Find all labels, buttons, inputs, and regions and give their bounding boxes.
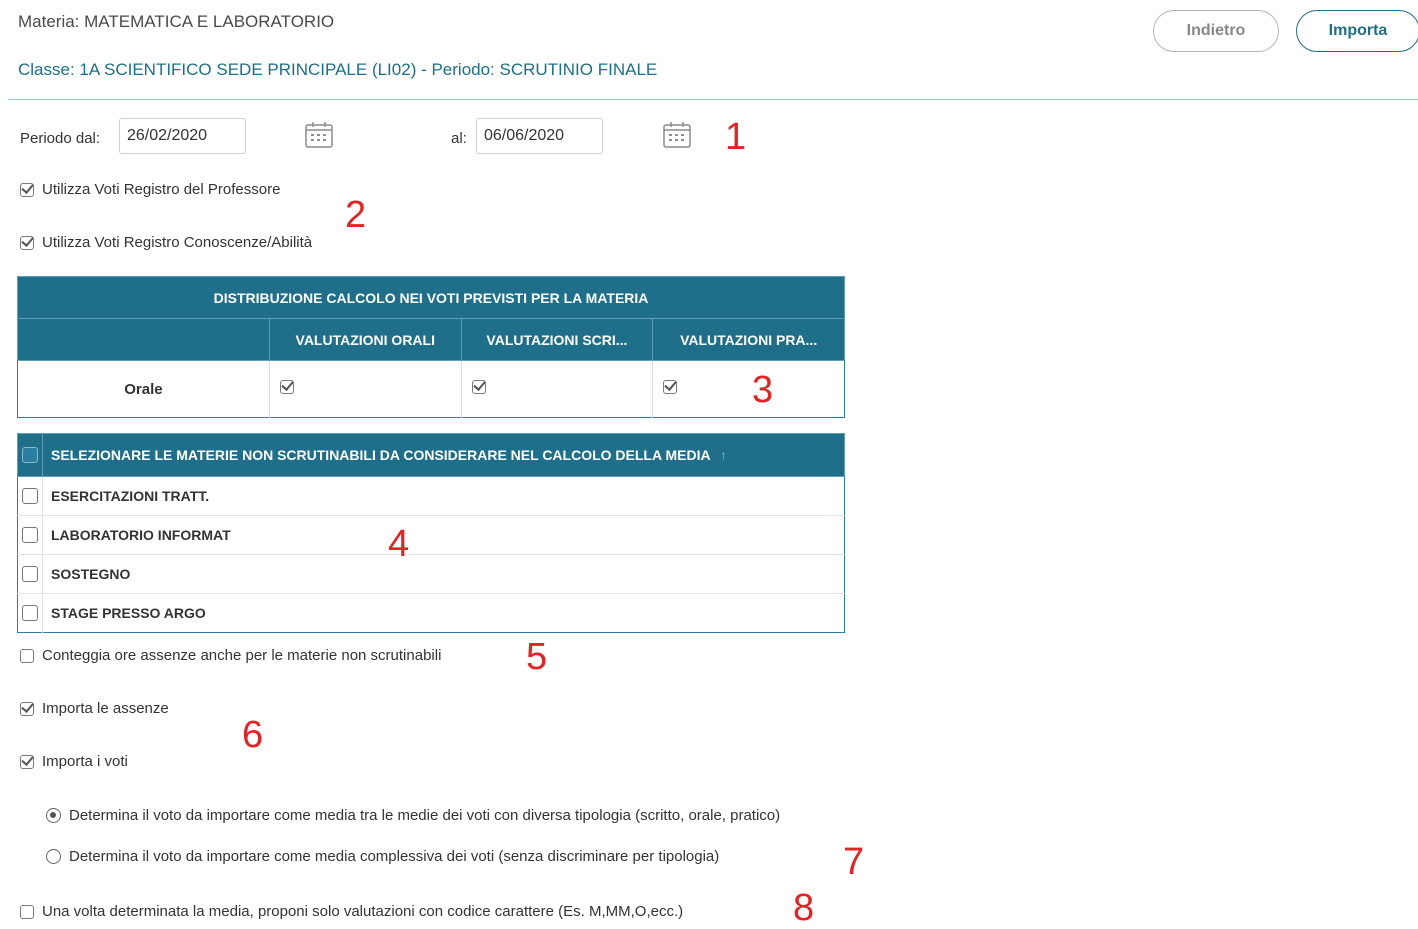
annotation-5: 5	[526, 636, 548, 678]
annotation-2: 2	[345, 194, 367, 236]
column-header-orali[interactable]: VALUTAZIONI ORALI	[268, 318, 462, 361]
back-button[interactable]: Indietro	[1153, 10, 1279, 52]
class-period-title: Classe: 1A SCIENTIFICO SEDE PRINCIPALE (…	[18, 60, 658, 79]
count-absences-label: Conteggia ore assenze anche per le mater…	[42, 647, 442, 664]
table-row[interactable]: STAGE PRESSO ARGO	[17, 593, 845, 633]
row-label-orale: Orale	[124, 380, 163, 398]
period-from-label: Periodo dal:	[20, 130, 101, 147]
calendar-to-icon[interactable]	[662, 120, 692, 150]
subject-checkbox[interactable]	[22, 566, 38, 582]
use-teacher-grades-checkbox[interactable]	[20, 182, 34, 197]
import-grades-label: Importa i voti	[42, 753, 128, 770]
orale-scritte-checkbox[interactable]	[471, 380, 486, 394]
use-teacher-grades-option[interactable]: Utilizza Voti Registro del Professore	[20, 181, 280, 198]
annotation-4: 4	[388, 523, 410, 565]
mean-of-means-label: Determina il voto da importare come medi…	[69, 807, 781, 824]
subject-name: LABORATORIO INFORMAT	[42, 515, 845, 555]
overall-mean-option[interactable]: Determina il voto da importare come medi…	[46, 848, 719, 865]
import-button[interactable]: Importa	[1296, 10, 1418, 52]
mean-of-means-option[interactable]: Determina il voto da importare come medi…	[46, 807, 780, 824]
period-from-input[interactable]: 26/02/2020	[119, 118, 246, 154]
annotation-3: 3	[752, 369, 774, 411]
subject-checkbox[interactable]	[22, 605, 38, 621]
annotation-6: 6	[242, 714, 264, 756]
subject-name: STAGE PRESSO ARGO	[42, 593, 845, 633]
orale-orali-checkbox[interactable]	[279, 380, 294, 394]
annotation-8: 8	[793, 887, 815, 929]
use-knowledge-grades-option[interactable]: Utilizza Voti Registro Conoscenze/Abilit…	[20, 234, 312, 251]
import-absences-option[interactable]: Importa le assenze	[20, 700, 169, 717]
table-row[interactable]: SOSTEGNO	[17, 554, 845, 594]
subjects-table: SELEZIONARE LE MATERIE NON SCRUTINABILI …	[17, 433, 845, 633]
count-absences-checkbox[interactable]	[20, 648, 34, 663]
table-row[interactable]: ESERCITAZIONI TRATT.	[17, 476, 845, 516]
subject-name: ESERCITAZIONI TRATT.	[42, 476, 845, 516]
column-header-pratiche[interactable]: VALUTAZIONI PRA...	[652, 318, 845, 361]
use-knowledge-grades-checkbox[interactable]	[20, 235, 34, 250]
period-to-input[interactable]: 06/06/2020	[476, 118, 603, 154]
use-teacher-grades-label: Utilizza Voti Registro del Professore	[42, 181, 281, 198]
annotation-7: 7	[843, 841, 865, 883]
annotation-1: 1	[725, 116, 747, 158]
subject-title: Materia: MATEMATICA E LABORATORIO	[18, 12, 335, 31]
table-row: Orale	[18, 360, 845, 418]
distribution-table: DISTRIBUZIONE CALCOLO NEI VOTI PREVISTI …	[17, 276, 845, 418]
char-code-only-checkbox[interactable]	[20, 904, 34, 919]
select-all-checkbox[interactable]	[22, 447, 38, 463]
column-header-scritte[interactable]: VALUTAZIONI SCRI...	[460, 318, 654, 361]
header-separator	[8, 99, 1418, 100]
subject-checkbox[interactable]	[22, 488, 38, 504]
count-absences-option[interactable]: Conteggia ore assenze anche per le mater…	[20, 647, 441, 664]
period-to-label: al:	[451, 130, 467, 147]
subject-name: SOSTEGNO	[42, 554, 845, 594]
use-knowledge-grades-label: Utilizza Voti Registro Conoscenze/Abilit…	[42, 234, 313, 251]
subject-checkbox[interactable]	[22, 527, 38, 543]
char-code-only-option[interactable]: Una volta determinata la media, proponi …	[20, 903, 683, 920]
arrow-up-icon[interactable]: ↑	[720, 447, 727, 463]
distribution-table-title: DISTRIBUZIONE CALCOLO NEI VOTI PREVISTI …	[17, 276, 845, 319]
import-absences-checkbox[interactable]	[20, 701, 34, 716]
table-row[interactable]: LABORATORIO INFORMAT	[17, 515, 845, 555]
import-grades-option[interactable]: Importa i voti	[20, 753, 128, 770]
import-absences-label: Importa le assenze	[42, 700, 169, 717]
mean-of-means-radio[interactable]	[46, 808, 61, 823]
distribution-empty-header	[17, 318, 270, 361]
orale-pratiche-checkbox[interactable]	[663, 380, 678, 394]
overall-mean-radio[interactable]	[46, 849, 61, 864]
char-code-only-label: Una volta determinata la media, proponi …	[42, 903, 684, 920]
import-grades-checkbox[interactable]	[20, 754, 34, 769]
overall-mean-label: Determina il voto da importare come medi…	[69, 848, 720, 865]
subjects-table-header[interactable]: SELEZIONARE LE MATERIE NON SCRUTINABILI …	[42, 433, 845, 477]
calendar-from-icon[interactable]	[304, 120, 334, 150]
